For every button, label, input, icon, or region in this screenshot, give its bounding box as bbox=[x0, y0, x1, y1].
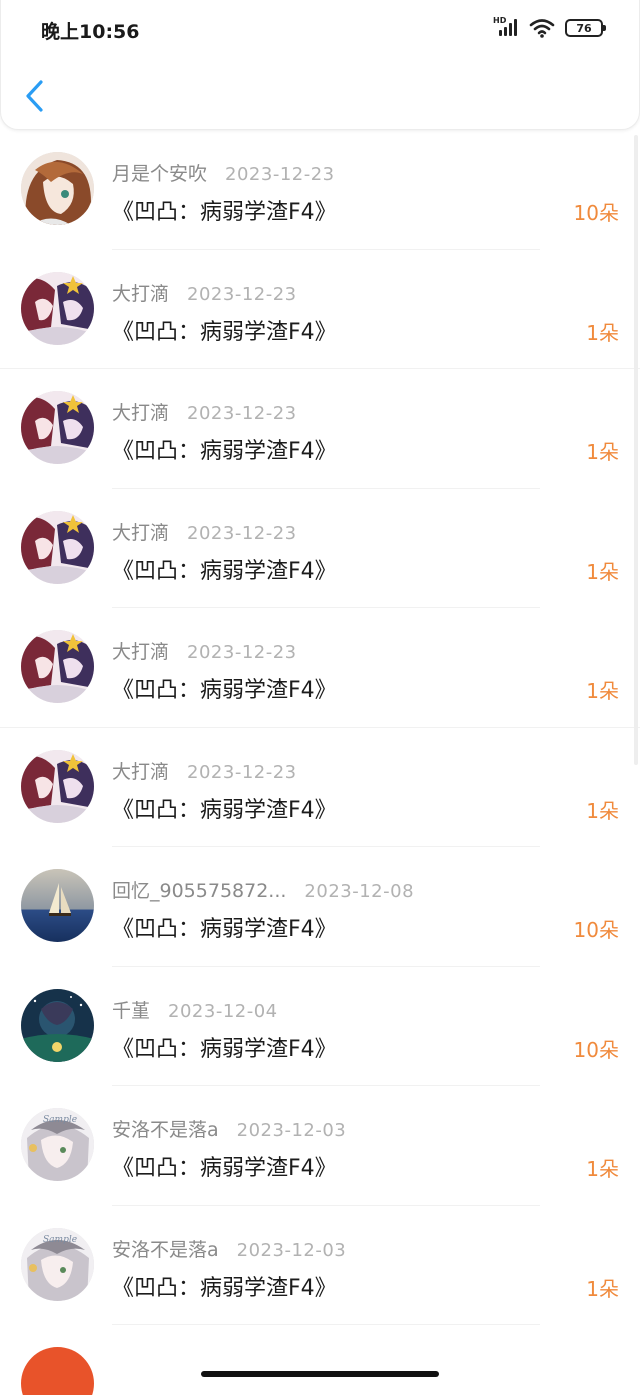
book-title[interactable]: 《凹凸：病弱学渣F4》 bbox=[112, 792, 337, 824]
avatar[interactable] bbox=[21, 630, 94, 703]
user-name[interactable]: 回忆_905575872... bbox=[112, 876, 286, 903]
book-title[interactable]: 《凹凸：病弱学渣F4》 bbox=[112, 433, 337, 465]
item-meta: 安洛不是落a 2023-12-03 bbox=[112, 1235, 346, 1262]
avatar[interactable] bbox=[21, 152, 94, 225]
flower-count: 10朵 bbox=[573, 1037, 619, 1062]
date: 2023-12-23 bbox=[187, 761, 297, 783]
flower-count: 1朵 bbox=[586, 1276, 619, 1301]
item-meta: 千堇 2023-12-04 bbox=[112, 996, 278, 1023]
avatar[interactable] bbox=[21, 271, 94, 345]
list-item[interactable]: Sample 安洛不是落a 2023-12-03 《凹凸：病弱学渣F4》 1朵 bbox=[0, 1206, 640, 1325]
book-title[interactable]: 《凹凸：病弱学渣F4》 bbox=[112, 672, 337, 704]
list-item[interactable]: 回忆_905575872... 2023-12-08 《凹凸：病弱学渣F4》 10朵 bbox=[0, 847, 640, 967]
status-time: 晚上10:56 bbox=[41, 21, 140, 43]
flower-count: 1朵 bbox=[586, 1157, 619, 1181]
item-meta: 月是个安吹 2023-12-23 bbox=[112, 159, 335, 186]
item-meta: 回忆_905575872... 2023-12-08 bbox=[112, 876, 414, 903]
book-title[interactable]: 《凹凸：病弱学渣F4》 bbox=[112, 314, 337, 346]
user-name[interactable]: 大打滴 bbox=[112, 398, 169, 425]
user-name[interactable]: 千堇 bbox=[112, 996, 150, 1023]
date: 2023-12-23 bbox=[187, 283, 297, 305]
list-item[interactable]: 大打滴 2023-12-23 《凹凸：病弱学渣F4》 1朵 bbox=[0, 608, 640, 728]
flower-count: 1朵 bbox=[586, 440, 619, 464]
book-title[interactable]: 《凹凸：病弱学渣F4》 bbox=[112, 553, 337, 585]
book-title[interactable]: 《凹凸：病弱学渣F4》 bbox=[112, 911, 337, 943]
flower-count: 1朵 bbox=[586, 679, 619, 703]
user-name[interactable]: 安洛不是落a bbox=[112, 1115, 219, 1142]
item-meta: 大打滴 2023-12-23 bbox=[112, 518, 297, 545]
avatar[interactable]: Sample bbox=[21, 1227, 94, 1301]
flower-count: 1朵 bbox=[586, 320, 619, 345]
avatar[interactable] bbox=[21, 391, 94, 464]
flower-count: 10朵 bbox=[573, 201, 619, 225]
user-name[interactable]: 大打滴 bbox=[112, 757, 169, 784]
date: 2023-12-03 bbox=[236, 1239, 347, 1261]
flower-count: 1朵 bbox=[586, 798, 619, 823]
network-label: HD bbox=[493, 16, 507, 25]
item-meta: 大打滴 2023-12-23 bbox=[112, 757, 297, 784]
chevron-left-icon bbox=[26, 80, 43, 112]
list-item[interactable]: 大打滴 2023-12-23 《凹凸：病弱学渣F4》 1朵 bbox=[0, 728, 640, 847]
list-item[interactable]: 千堇 2023-12-04 《凹凸：病弱学渣F4》 10朵 bbox=[0, 967, 640, 1086]
battery-icon: 76 bbox=[565, 19, 606, 37]
item-meta: 大打滴 2023-12-23 bbox=[112, 398, 297, 425]
user-name[interactable]: 安洛不是落a bbox=[112, 1235, 219, 1262]
item-meta: 安洛不是落a 2023-12-03 bbox=[112, 1115, 346, 1142]
top-bar: 晚上10:56 HD 76 bbox=[0, 0, 640, 130]
date: 2023-12-23 bbox=[225, 164, 335, 185]
list-item[interactable]: 月是个安吹 2023-12-23 《凹凸：病弱学渣F4》 10朵 bbox=[0, 130, 640, 250]
svg-text:Sample: Sample bbox=[43, 1235, 77, 1245]
user-name[interactable]: 月是个安吹 bbox=[112, 159, 207, 186]
home-indicator[interactable] bbox=[201, 1371, 439, 1377]
list-item[interactable]: Sample 安洛不是落a 2023-12-03 《凹凸：病弱学渣F4》 1朵 bbox=[0, 1086, 640, 1206]
list-item[interactable]: 大打滴 2023-12-23 《凹凸：病弱学渣F4》 1朵 bbox=[0, 489, 640, 608]
item-meta: 大打滴 2023-12-23 bbox=[112, 637, 297, 664]
date: 2023-12-23 bbox=[187, 642, 297, 663]
svg-text:Sample: Sample bbox=[43, 1115, 77, 1125]
date: 2023-12-23 bbox=[187, 403, 297, 424]
book-title[interactable]: 《凹凸：病弱学渣F4》 bbox=[112, 194, 337, 226]
avatar[interactable] bbox=[21, 988, 94, 1062]
signal-icon: HD bbox=[493, 16, 519, 38]
book-title[interactable]: 《凹凸：病弱学渣F4》 bbox=[112, 1150, 337, 1182]
flower-count: 1朵 bbox=[586, 559, 619, 584]
back-button[interactable] bbox=[21, 78, 51, 114]
list-item-partial[interactable] bbox=[0, 1325, 640, 1395]
avatar[interactable] bbox=[21, 510, 94, 584]
date: 2023-12-23 bbox=[187, 522, 297, 544]
date: 2023-12-04 bbox=[168, 1000, 278, 1022]
scrollbar[interactable] bbox=[634, 135, 638, 765]
date: 2023-12-03 bbox=[236, 1120, 347, 1141]
gift-record-list[interactable]: 月是个安吹 2023-12-23 《凹凸：病弱学渣F4》 10朵 大打滴 2023-12-… bbox=[0, 130, 640, 1395]
user-name[interactable]: 大打滴 bbox=[112, 279, 169, 306]
avatar[interactable] bbox=[21, 749, 94, 823]
avatar[interactable] bbox=[21, 869, 94, 942]
battery-level: 76 bbox=[576, 21, 592, 35]
user-name[interactable]: 大打滴 bbox=[112, 518, 169, 545]
avatar[interactable]: Sample bbox=[21, 1108, 94, 1181]
avatar[interactable] bbox=[21, 1347, 94, 1395]
book-title[interactable]: 《凹凸：病弱学渣F4》 bbox=[112, 1031, 337, 1063]
wifi-icon bbox=[529, 19, 555, 38]
status-icons: HD 76 bbox=[493, 16, 606, 40]
item-meta: 大打滴 2023-12-23 bbox=[112, 279, 297, 306]
flower-count: 10朵 bbox=[573, 918, 619, 942]
user-name[interactable]: 大打滴 bbox=[112, 637, 169, 664]
date: 2023-12-08 bbox=[304, 881, 415, 902]
list-item[interactable]: 大打滴 2023-12-23 《凹凸：病弱学渣F4》 1朵 bbox=[0, 250, 640, 369]
list-item[interactable]: 大打滴 2023-12-23 《凹凸：病弱学渣F4》 1朵 bbox=[0, 369, 640, 489]
book-title[interactable]: 《凹凸：病弱学渣F4》 bbox=[112, 1270, 337, 1302]
